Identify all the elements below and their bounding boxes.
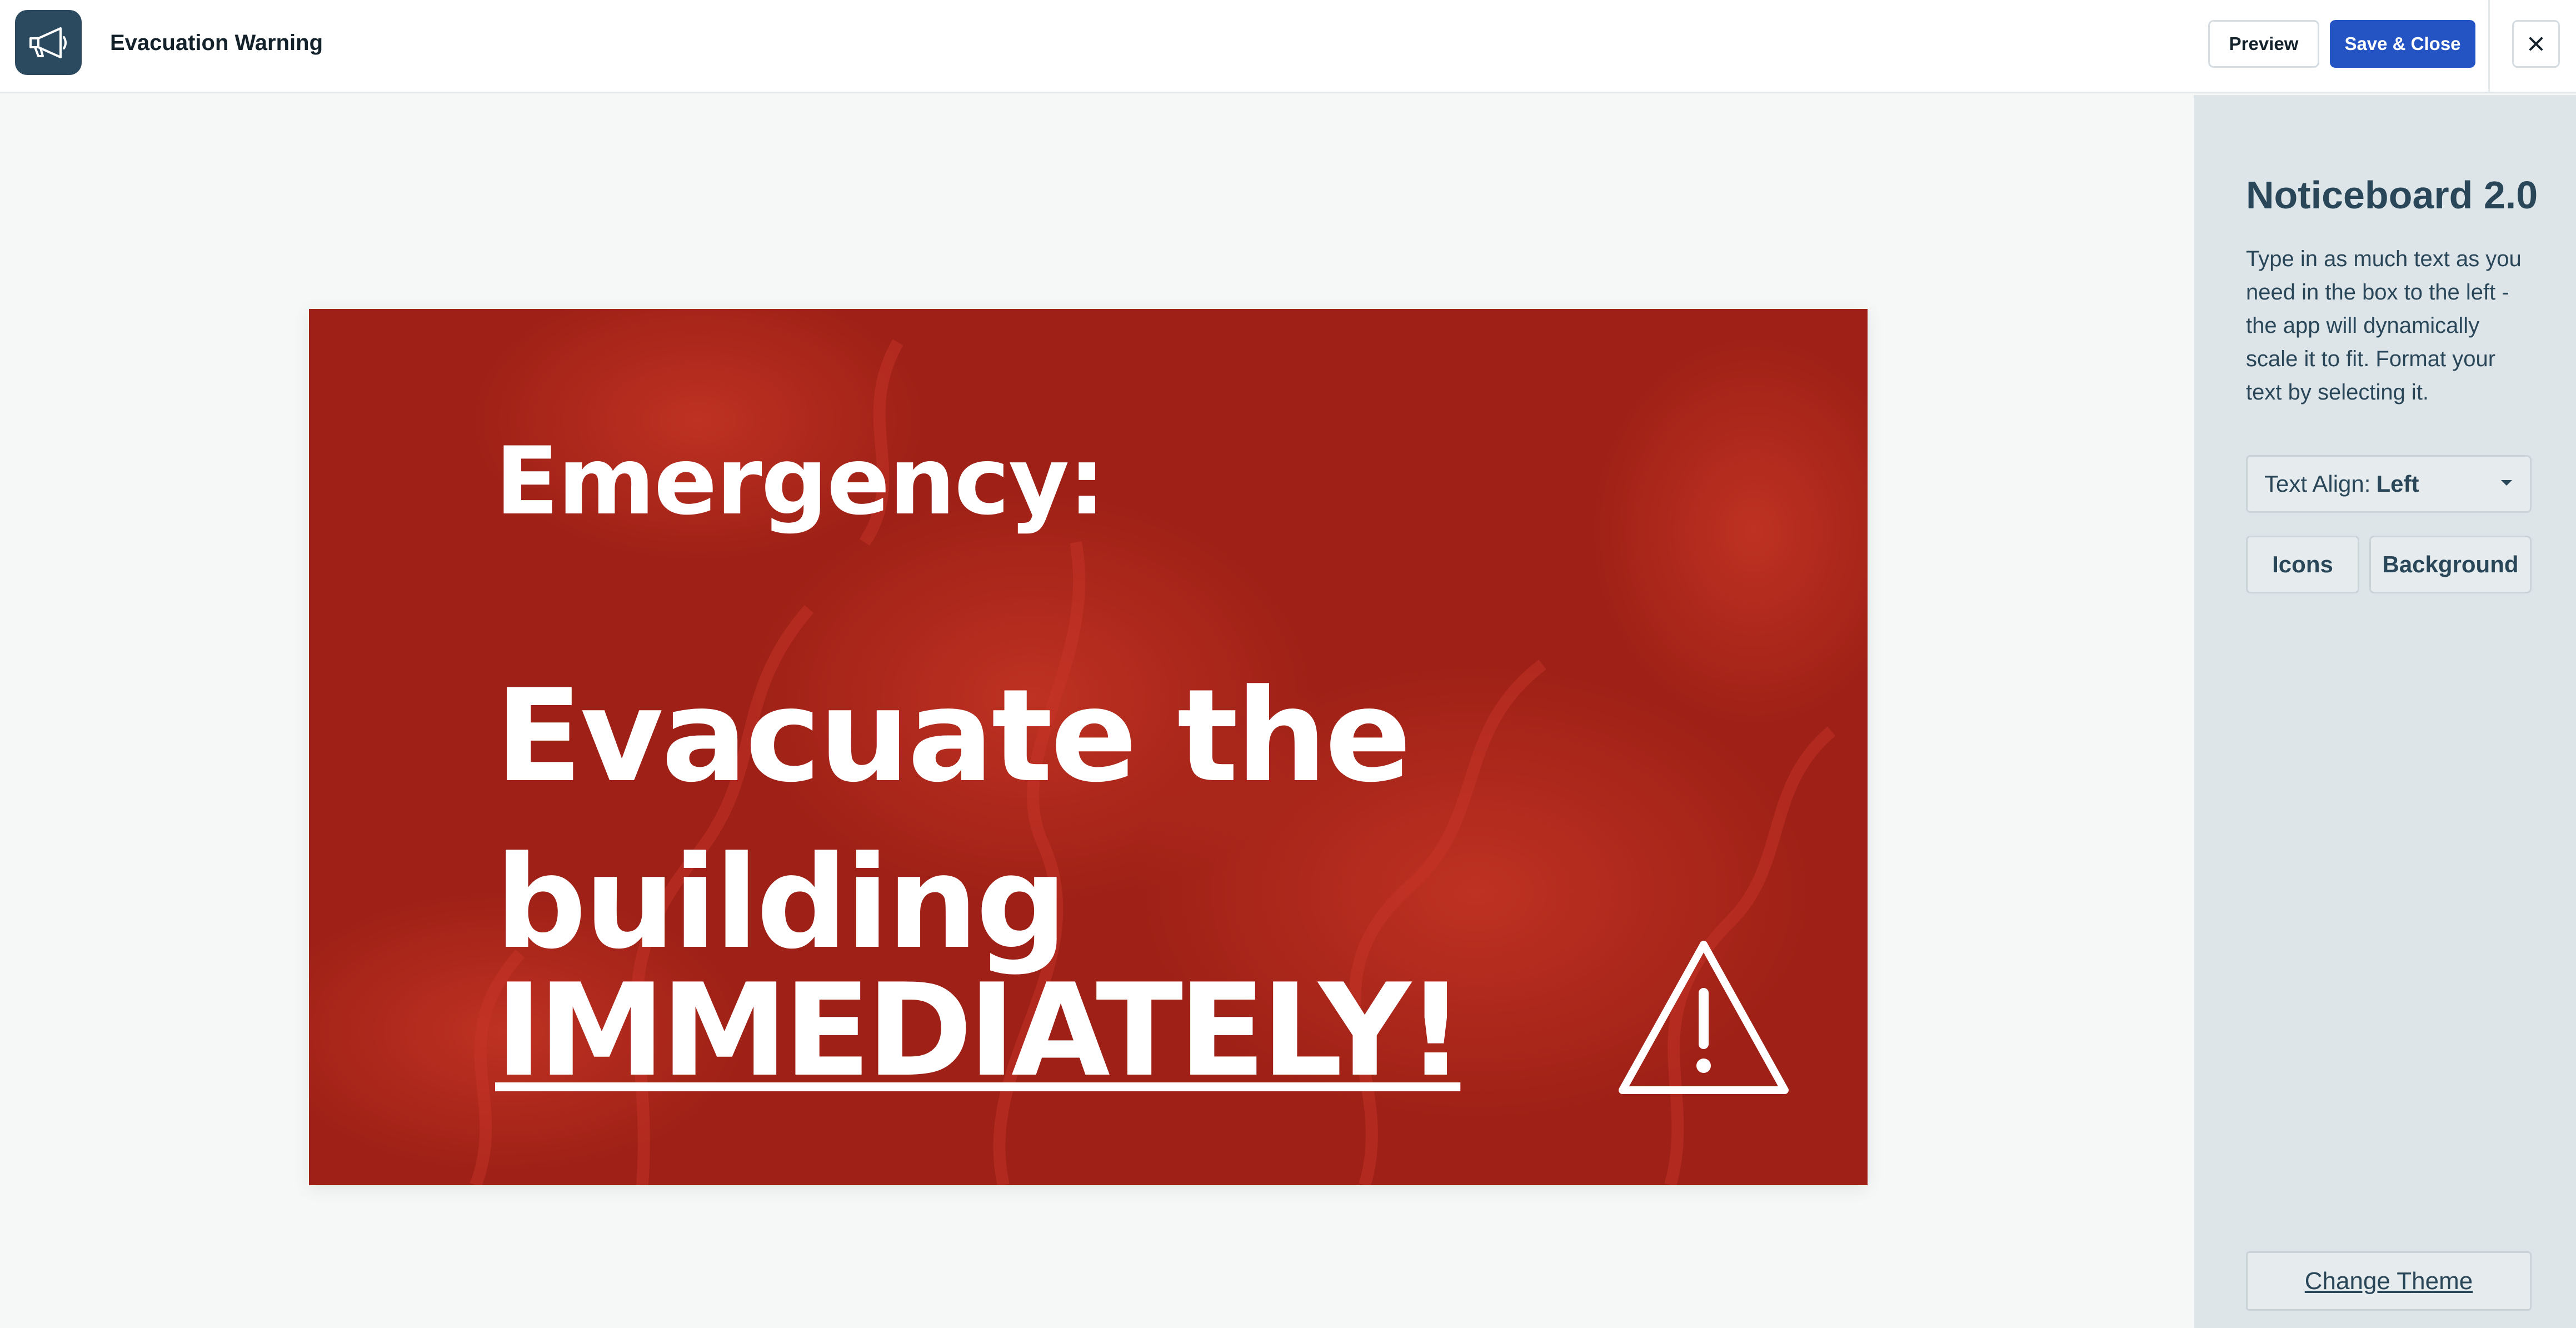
background-button[interactable]: Background bbox=[2369, 536, 2532, 593]
panel-description: Type in as much text as you need in the … bbox=[2246, 247, 2522, 405]
chevron-down-icon bbox=[2501, 480, 2512, 486]
notice-line-evacuate: Evacuate the building bbox=[495, 662, 1411, 977]
editor-stage: Emergency: Evacuate the building IMMEDIA… bbox=[0, 95, 2194, 1328]
header-divider bbox=[2488, 0, 2490, 93]
app-title: Evacuation Warning bbox=[110, 31, 323, 55]
notice-line-emergency: Emergency: bbox=[495, 427, 1106, 536]
panel-title: Noticeboard 2.0 bbox=[2246, 173, 2538, 217]
notice-line-immediately: IMMEDIATELY! bbox=[495, 957, 1465, 1105]
top-bar: Evacuation Warning Preview Save & Close bbox=[0, 0, 2576, 93]
text-align-select[interactable]: Text Align: Left bbox=[2246, 455, 2532, 513]
settings-panel: Noticeboard 2.0 Type in as much text as … bbox=[2194, 95, 2576, 1328]
warning-triangle-icon bbox=[1619, 941, 1789, 1094]
notice-preview[interactable]: Emergency: Evacuate the building IMMEDIA… bbox=[309, 309, 1868, 1185]
change-theme-button[interactable]: Change Theme bbox=[2246, 1251, 2532, 1311]
preview-button[interactable]: Preview bbox=[2208, 20, 2319, 68]
save-and-close-button[interactable]: Save & Close bbox=[2330, 20, 2475, 68]
megaphone-icon bbox=[15, 10, 82, 75]
icons-button[interactable]: Icons bbox=[2246, 536, 2359, 593]
close-button[interactable] bbox=[2512, 20, 2560, 68]
text-align-label: Text Align: bbox=[2264, 471, 2371, 497]
close-icon bbox=[2529, 37, 2543, 51]
text-align-value: Left bbox=[2376, 471, 2419, 497]
